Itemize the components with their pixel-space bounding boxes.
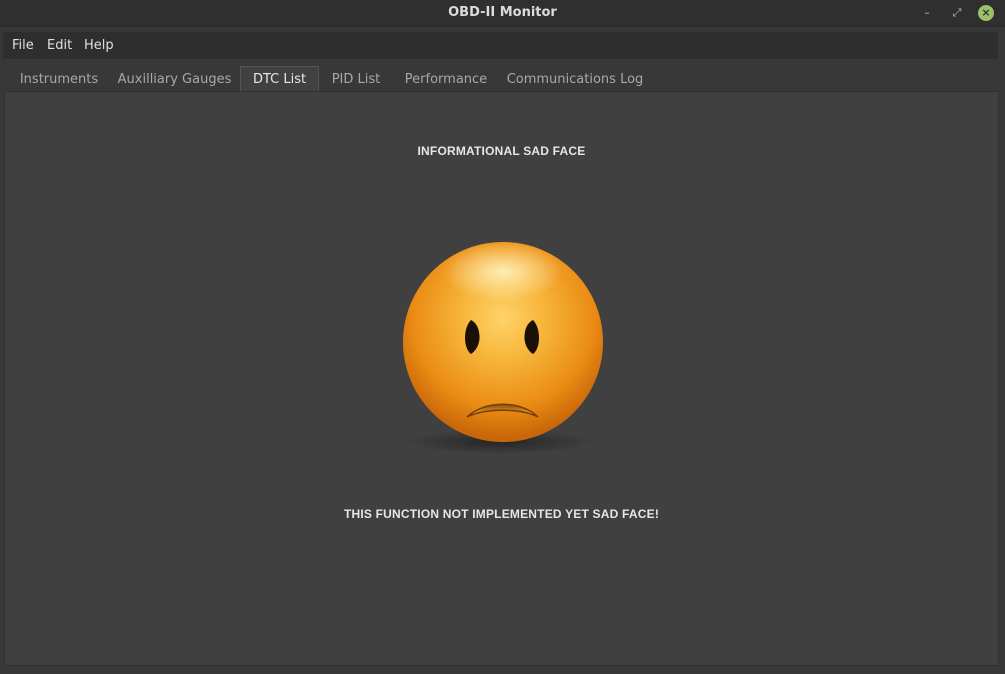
dtc-list-panel: INFORMATIONAL SAD FACE THIS FUNCTION NOT… (4, 91, 999, 666)
tab-bar: Instruments Auxilliary Gauges DTC List P… (0, 66, 1005, 92)
window-title: OBD-II Monitor (448, 5, 557, 20)
face-highlight (443, 242, 563, 302)
minimize-icon[interactable]: – (918, 4, 936, 22)
tab-performance[interactable]: Performance (399, 67, 493, 92)
menu-edit[interactable]: Edit (47, 38, 72, 53)
menu-file[interactable]: File (12, 38, 34, 53)
informational-heading: INFORMATIONAL SAD FACE (417, 144, 586, 158)
tab-pid-list[interactable]: PID List (327, 67, 385, 92)
tab-auxilliary-gauges[interactable]: Auxilliary Gauges (117, 67, 232, 92)
sad-face-icon (403, 242, 603, 454)
close-icon[interactable]: × (978, 5, 994, 21)
tab-instruments[interactable]: Instruments (14, 67, 104, 92)
menu-bar: File Edit Help (3, 32, 998, 59)
maximize-icon[interactable]: ⤢ (948, 4, 966, 22)
app-window: OBD-II Monitor – ⤢ × File Edit Help Inst… (0, 0, 1005, 674)
tab-dtc-list[interactable]: DTC List (240, 66, 319, 92)
tab-communications-log[interactable]: Communications Log (505, 67, 645, 92)
title-bar[interactable]: OBD-II Monitor – ⤢ × (0, 0, 1005, 27)
menu-help[interactable]: Help (84, 38, 114, 53)
not-implemented-message: THIS FUNCTION NOT IMPLEMENTED YET SAD FA… (343, 507, 660, 521)
